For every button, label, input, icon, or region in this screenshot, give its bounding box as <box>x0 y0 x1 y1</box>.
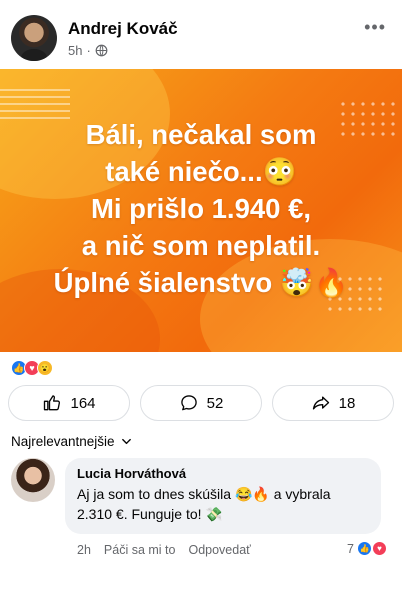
share-icon <box>312 396 329 410</box>
banner-line: Úplné šialenstvo 🤯🔥 <box>53 267 349 298</box>
banner-line: Báli, nečakal som <box>85 119 317 150</box>
post-meta: 5h · <box>68 43 108 58</box>
love-icon: ♥ <box>372 541 387 556</box>
comment-count: 52 <box>206 394 224 412</box>
decor-lines <box>0 89 70 119</box>
dot-separator: · <box>86 43 91 58</box>
like-button[interactable]: 164 <box>8 385 130 421</box>
comment-like-link[interactable]: Páči sa mi to <box>104 543 176 557</box>
like-count: 164 <box>70 394 96 412</box>
commenter-name[interactable]: Lucia Horváthová <box>77 466 369 481</box>
comment-meta: 2h Páči sa mi to Odpovedať <box>77 543 251 557</box>
banner-line: také niečo...😳 <box>105 156 297 187</box>
author-avatar[interactable] <box>11 15 57 61</box>
comment-button[interactable]: 52 <box>140 385 262 421</box>
comments-sort-dropdown[interactable]: Najrelevantnejšie <box>11 434 132 449</box>
banner-text: Báli, nečakal som také niečo...😳 Mi priš… <box>20 116 382 301</box>
share-count: 18 <box>338 394 356 412</box>
share-button[interactable]: 18 <box>272 385 394 421</box>
globe-icon <box>95 44 108 57</box>
reaction-summary[interactable]: 👍 ♥ 😮 <box>11 360 53 376</box>
comment-text: Aj ja som to dnes skúšila 😂🔥 a vybrala 2… <box>77 484 369 524</box>
post-actions: 164 52 18 <box>8 385 394 421</box>
thumbs-up-icon <box>44 395 61 411</box>
post-time[interactable]: 5h <box>68 43 82 58</box>
banner-line: Mi prišlo 1.940 €, <box>90 193 312 224</box>
comment-bubble: Lucia Horváthová Aj ja som to dnes skúši… <box>65 458 381 534</box>
like-icon: 👍 <box>357 541 372 556</box>
comment-icon <box>180 395 197 411</box>
comment-text-line: 2.310 €. Funguje to! 💸 <box>77 506 223 522</box>
comment-text-line: Aj ja som to dnes skúšila 😂🔥 a vybrala <box>77 486 331 502</box>
comment-reaction-count: 7 <box>347 541 354 556</box>
wow-icon: 😮 <box>37 360 53 376</box>
comment-reply-link[interactable]: Odpovedať <box>188 543 250 557</box>
sort-label: Najrelevantnejšie <box>11 434 115 449</box>
author-name[interactable]: Andrej Kováč <box>68 19 178 39</box>
banner-line: a nič som neplatil. <box>81 230 321 261</box>
commenter-avatar[interactable] <box>11 458 55 502</box>
comment-time[interactable]: 2h <box>77 543 91 557</box>
chevron-down-icon <box>121 438 131 445</box>
comment-reactions[interactable]: 7 👍 ♥ <box>347 541 387 556</box>
post-image[interactable]: Báli, nečakal som také niečo...😳 Mi priš… <box>0 69 402 352</box>
more-options-button[interactable]: ••• <box>364 18 386 36</box>
post-header: Andrej Kováč 5h · ••• <box>0 0 402 66</box>
